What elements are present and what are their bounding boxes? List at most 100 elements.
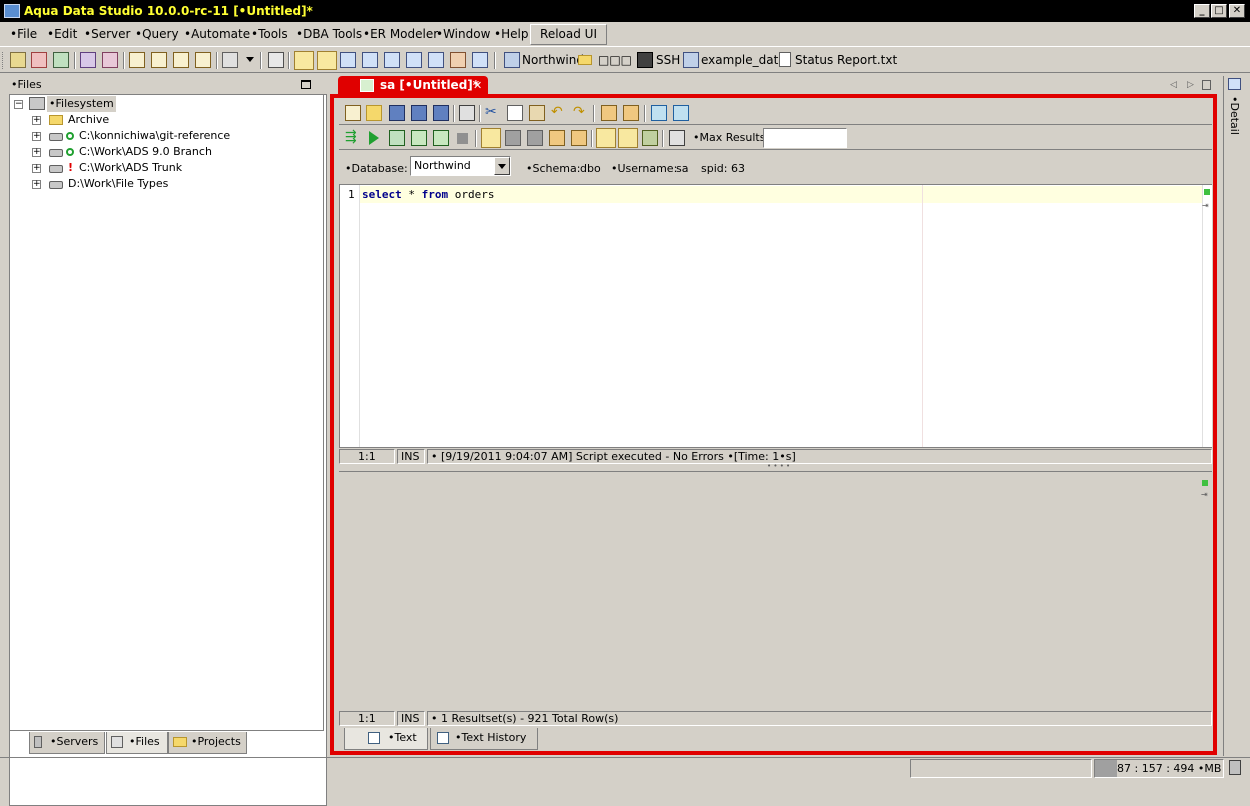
- history-icon[interactable]: [669, 130, 685, 146]
- copy-icon[interactable]: [507, 105, 523, 121]
- tab-list-icon[interactable]: [1202, 80, 1211, 90]
- replace-icon[interactable]: [673, 105, 689, 121]
- maximize-button[interactable]: □: [1211, 4, 1227, 18]
- query-analyzer-icon[interactable]: [151, 52, 167, 68]
- menu-query[interactable]: •Query: [135, 27, 179, 41]
- save-as-icon[interactable]: [411, 105, 427, 121]
- new-file-icon[interactable]: [10, 52, 26, 68]
- close-button[interactable]: ✕: [1229, 4, 1245, 18]
- split-icon[interactable]: ⇥: [1202, 201, 1209, 210]
- execute-current-icon[interactable]: [389, 130, 405, 146]
- register-server-icon[interactable]: [53, 52, 69, 68]
- chevron-down-icon[interactable]: [494, 157, 510, 175]
- text-results-icon[interactable]: [618, 128, 638, 148]
- parameters-icon[interactable]: [549, 130, 565, 146]
- chart-icon[interactable]: [450, 52, 466, 68]
- sql-editor[interactable]: 1 select * from orders ⇥: [339, 184, 1212, 448]
- toolbar-link-northwind[interactable]: Northwind: [522, 53, 584, 67]
- execute-edit-icon[interactable]: [411, 130, 427, 146]
- stop-icon[interactable]: [457, 133, 468, 144]
- execute-plan-icon[interactable]: [433, 130, 449, 146]
- save-icon[interactable]: [389, 105, 405, 121]
- chevron-down-icon[interactable]: [246, 57, 254, 62]
- table-icon[interactable]: [362, 52, 378, 68]
- menu-er-modeler[interactable]: •ER Modeler: [363, 27, 438, 41]
- menu-edit[interactable]: •Edit: [47, 27, 77, 41]
- menu-tools[interactable]: •Tools: [251, 27, 288, 41]
- split-icon[interactable]: ⇥: [1201, 490, 1208, 499]
- auto-commit-icon[interactable]: [481, 128, 501, 148]
- connect-icon[interactable]: [80, 52, 96, 68]
- grid-view-icon[interactable]: [294, 51, 314, 70]
- toolbar-link-example-data[interactable]: example_data: [701, 53, 786, 67]
- detail-tab[interactable]: •Detail: [1226, 96, 1242, 156]
- execute-icon[interactable]: [369, 131, 379, 145]
- close-icon[interactable]: ✕: [473, 76, 482, 95]
- tab-nav-left-icon[interactable]: ◁: [1170, 80, 1177, 90]
- results-message: • 1 Resultset(s) - 921 Total Row(s): [427, 711, 1212, 726]
- commit-icon[interactable]: [505, 130, 521, 146]
- disconnect-icon[interactable]: [102, 52, 118, 68]
- expand-icon[interactable]: +: [32, 116, 41, 125]
- restore-icon[interactable]: [301, 80, 311, 89]
- tab-servers[interactable]: •Servers: [29, 732, 105, 754]
- editor-tab[interactable]: sa [•Untitled]* ✕: [338, 76, 488, 95]
- garbage-collect-icon[interactable]: [1229, 760, 1241, 775]
- tab-projects[interactable]: •Projects: [168, 732, 247, 754]
- execute-all-icon[interactable]: ⇶: [345, 130, 361, 146]
- code-line[interactable]: select * from orders: [360, 186, 1202, 203]
- expand-icon[interactable]: +: [32, 180, 41, 189]
- new-icon[interactable]: [345, 105, 361, 121]
- max-results-input[interactable]: [763, 128, 847, 148]
- execute-script-icon[interactable]: [195, 52, 211, 68]
- tree-icon[interactable]: [428, 52, 444, 68]
- tab-files[interactable]: •Files: [106, 732, 168, 754]
- compare-icon[interactable]: [222, 52, 238, 68]
- schema-value: dbo: [580, 162, 601, 175]
- tab-text-history[interactable]: •Text History: [430, 728, 538, 750]
- rollback-icon[interactable]: [527, 130, 543, 146]
- new-server-icon[interactable]: [31, 52, 47, 68]
- database-select[interactable]: Northwind: [410, 156, 511, 176]
- menu-dba-tools[interactable]: •DBA Tools: [296, 27, 362, 41]
- expand-icon[interactable]: +: [32, 132, 41, 141]
- tab-nav-right-icon[interactable]: ▷: [1187, 80, 1194, 90]
- menu-server[interactable]: •Server: [84, 27, 130, 41]
- split-view-icon[interactable]: [317, 51, 337, 70]
- open-icon[interactable]: [366, 105, 382, 121]
- query-window-icon[interactable]: [129, 52, 145, 68]
- pivot-icon[interactable]: [384, 52, 400, 68]
- toolbar-link-status-report[interactable]: Status Report.txt: [795, 53, 897, 67]
- expand-icon[interactable]: +: [32, 164, 41, 173]
- minimize-button[interactable]: _: [1194, 4, 1210, 18]
- reload-ui-button[interactable]: Reload UI: [530, 24, 607, 45]
- calculator-icon[interactable]: [268, 52, 284, 68]
- splitter-grip[interactable]: • • • •: [767, 462, 790, 470]
- toolbar-link-folder[interactable]: □□□: [598, 53, 632, 67]
- tab-text[interactable]: •Text: [344, 728, 428, 750]
- menu-file[interactable]: •File: [10, 27, 37, 41]
- toolbar-link-ssh[interactable]: SSH: [656, 53, 680, 67]
- expand-icon[interactable]: +: [32, 148, 41, 157]
- format-icon[interactable]: [601, 105, 617, 121]
- find-icon[interactable]: [651, 105, 667, 121]
- menu-window[interactable]: •Window: [436, 27, 490, 41]
- form-icon[interactable]: [406, 52, 422, 68]
- records-icon[interactable]: [472, 52, 488, 68]
- save-all-icon[interactable]: [433, 105, 449, 121]
- format-options-icon[interactable]: [623, 105, 639, 121]
- undo-icon[interactable]: ↶: [551, 105, 567, 121]
- paste-icon[interactable]: [529, 105, 545, 121]
- menu-help[interactable]: •Help: [494, 27, 528, 41]
- menu-automate[interactable]: •Automate: [184, 27, 250, 41]
- collapse-icon[interactable]: −: [14, 100, 23, 109]
- redo-icon[interactable]: ↷: [573, 105, 589, 121]
- results-options-icon[interactable]: [642, 130, 658, 146]
- layout-icon[interactable]: [340, 52, 356, 68]
- print-icon[interactable]: [459, 105, 475, 121]
- cut-icon[interactable]: ✂: [485, 105, 501, 121]
- grid-results-icon[interactable]: [596, 128, 616, 148]
- query-builder-icon[interactable]: [173, 52, 189, 68]
- explain-icon[interactable]: [571, 130, 587, 146]
- detail-icon[interactable]: [1228, 78, 1241, 90]
